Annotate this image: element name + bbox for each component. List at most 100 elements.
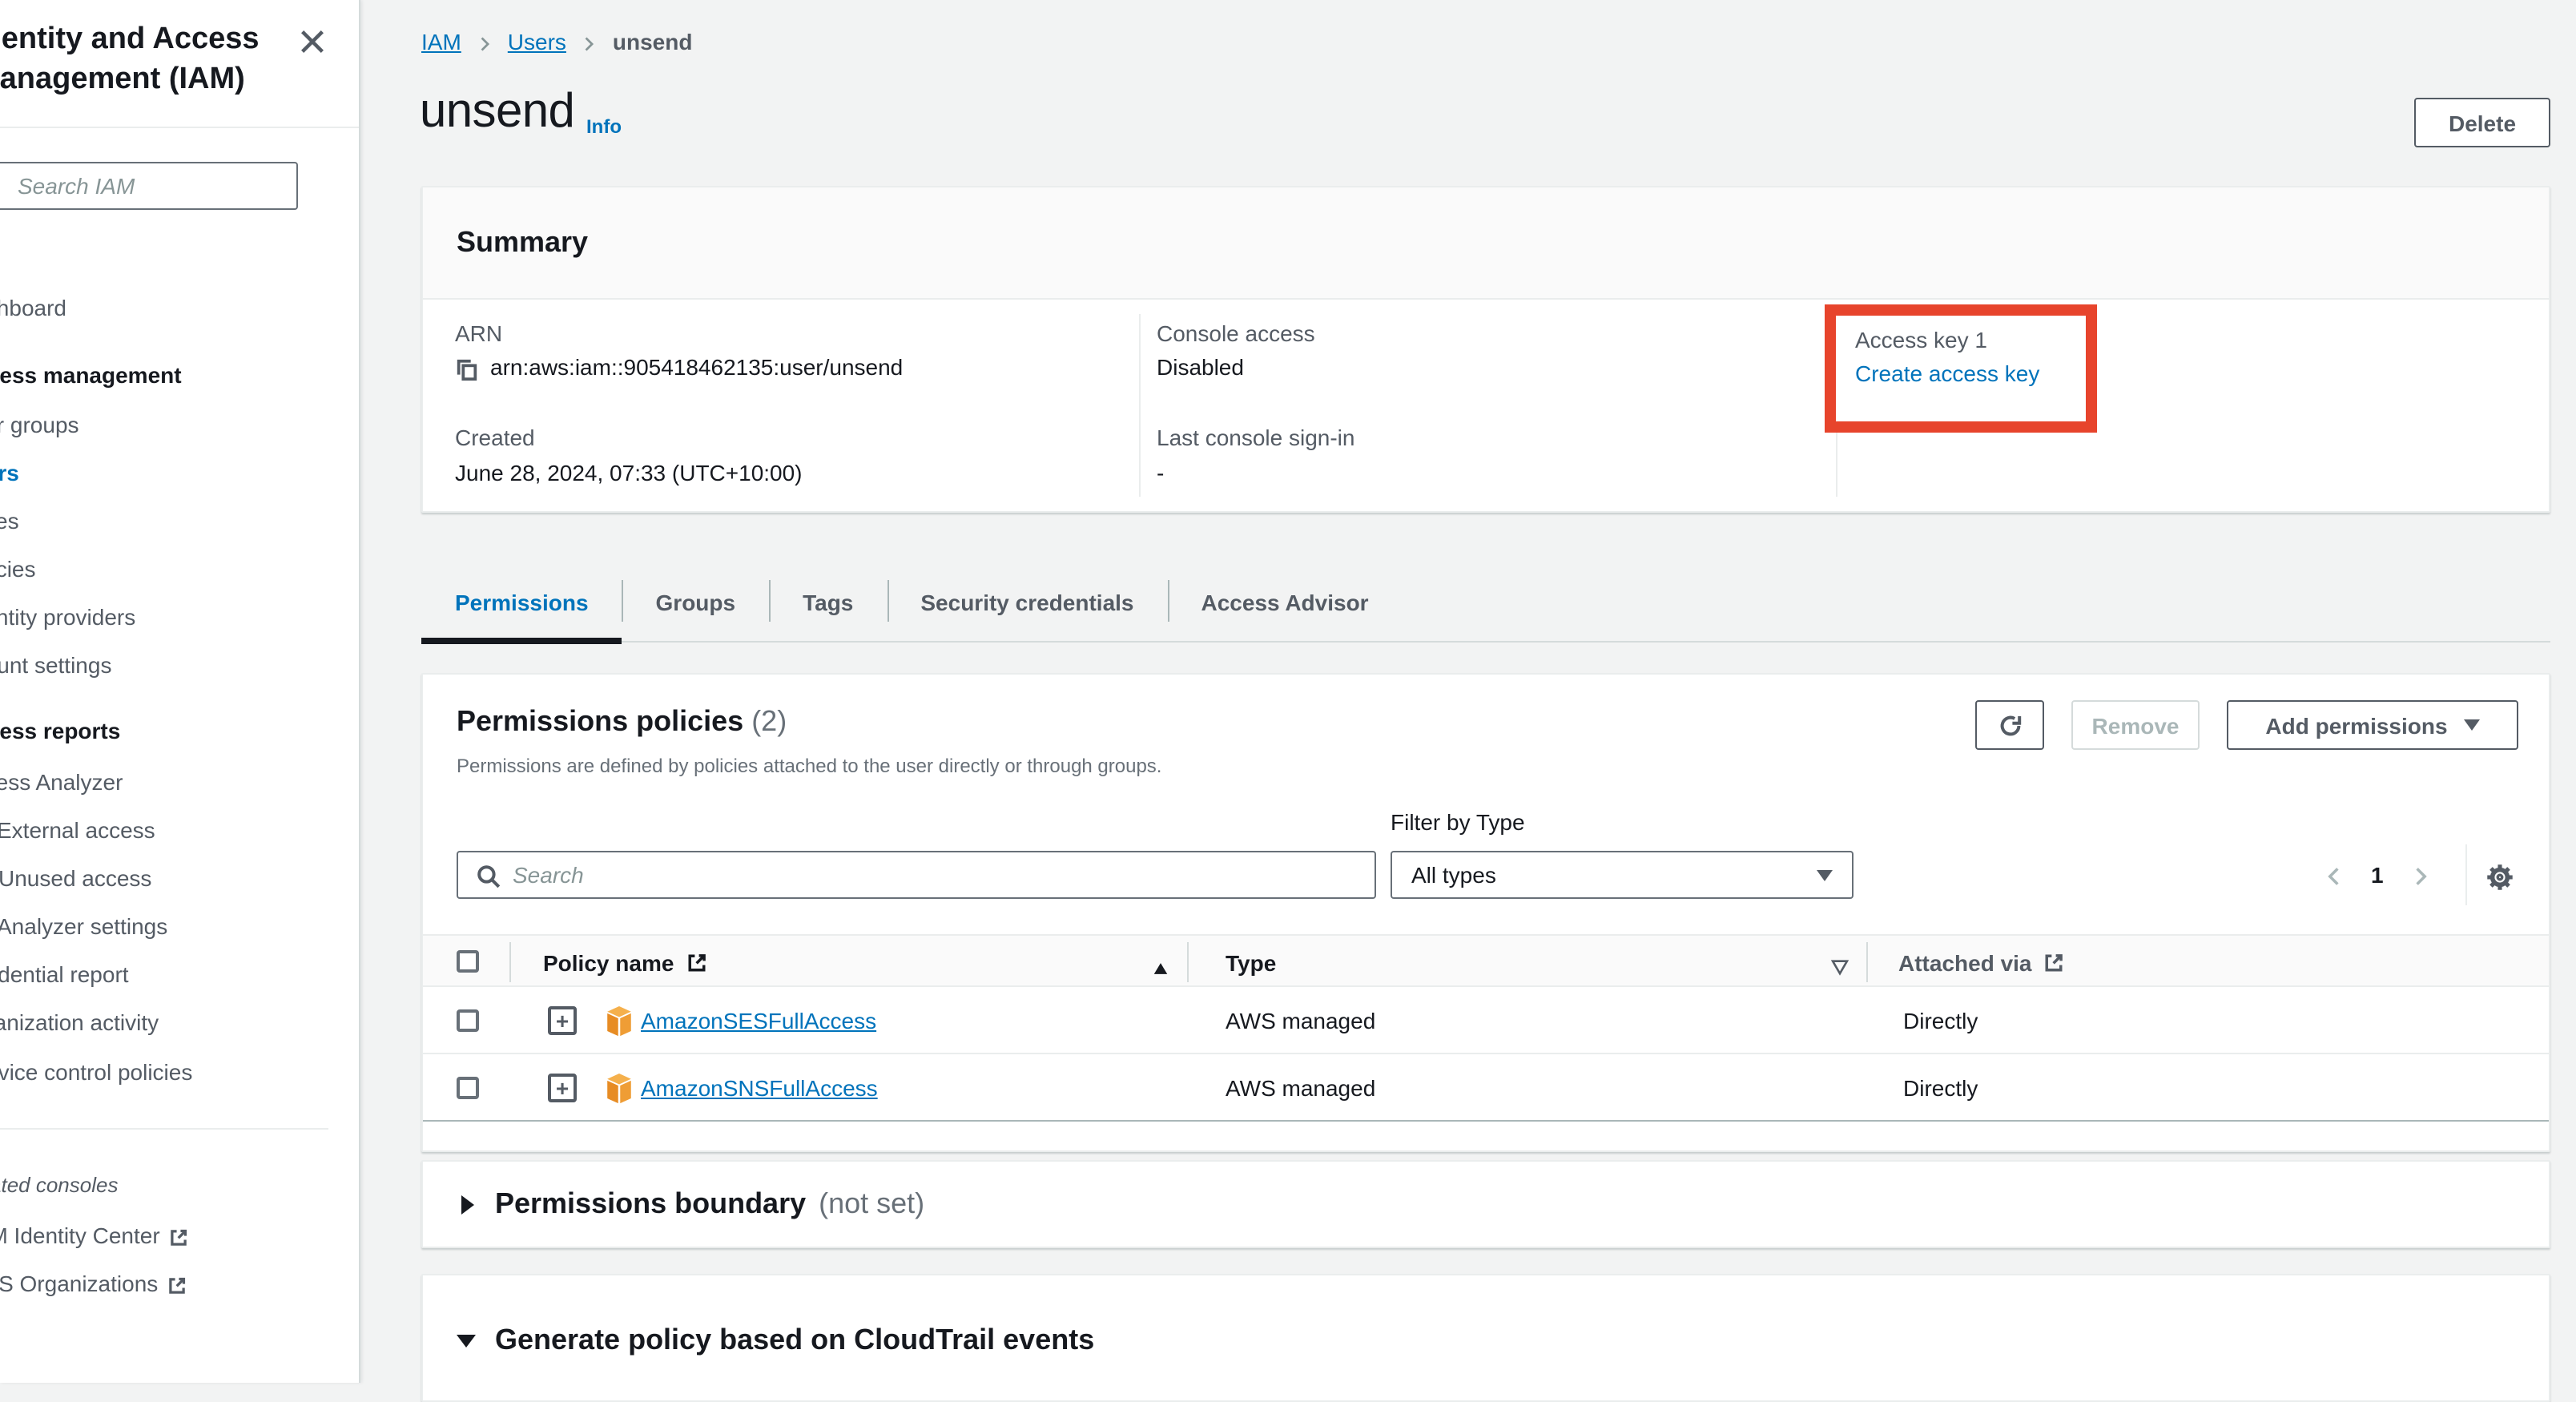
summary-heading: Summary [423, 187, 2549, 260]
collapse-triangle-icon[interactable] [457, 1334, 476, 1347]
sidebar-item-roles[interactable]: Roles [0, 505, 19, 537]
permissions-policies-title: Permissions policies (2) [457, 705, 787, 739]
sidebar-item-service-control-policies[interactable]: Service control policies [0, 1056, 192, 1088]
tab-permissions[interactable]: Permissions [421, 564, 622, 641]
page-title: unsend [420, 85, 574, 139]
iam-user-page: Identity and Access Management (IAM) Das… [0, 0, 2576, 1383]
permissions-policies-description: Permissions are defined by policies atta… [457, 755, 1162, 777]
info-link[interactable]: Info [586, 115, 622, 138]
close-icon[interactable] [298, 27, 327, 56]
sidebar-section-related-consoles: Related consoles [0, 1170, 118, 1202]
sidebar-item-account-settings[interactable]: Account settings [0, 649, 111, 681]
sidebar: Identity and Access Management (IAM) Das… [0, 0, 360, 1383]
policy-search-input[interactable] [457, 851, 1376, 899]
sidebar-section-access-management: Access management [0, 359, 182, 391]
permissions-policies-count: (2) [751, 705, 787, 737]
cloudtrail-title: Generate policy based on CloudTrail even… [495, 1323, 1094, 1357]
breadcrumb-users[interactable]: Users [508, 29, 566, 54]
sidebar-item-iam-identity-center[interactable]: IAM Identity Center [0, 1219, 189, 1251]
policy-name-link[interactable]: AmazonSNSFullAccess [641, 1075, 878, 1101]
console-access-value: Disabled [1157, 354, 1244, 380]
permissions-boundary-card[interactable]: Permissions boundary (not set) [421, 1160, 2550, 1248]
tab-tags[interactable]: Tags [769, 564, 887, 641]
sidebar-item-policies[interactable]: Policies [0, 553, 36, 585]
caret-down-icon [2464, 719, 2480, 731]
select-all-checkbox[interactable] [457, 950, 479, 973]
column-divider [1866, 942, 1868, 982]
console-access-label: Console access [1157, 320, 1315, 346]
next-page-icon[interactable] [2409, 862, 2432, 888]
row-checkbox[interactable] [457, 1009, 479, 1032]
sidebar-title: Identity and Access Management (IAM) [0, 19, 303, 99]
add-permissions-label: Add permissions [2265, 712, 2447, 738]
sidebar-section-access-reports: Access reports [0, 715, 120, 747]
chevron-right-icon [581, 29, 598, 54]
sidebar-item-aws-organizations[interactable]: AWS Organizations [0, 1267, 187, 1299]
sidebar-item-unused-access[interactable]: Unused access [0, 862, 151, 894]
tab-groups[interactable]: Groups [622, 564, 770, 641]
caret-down-icon [1817, 869, 1833, 880]
tab-access-advisor[interactable]: Access Advisor [1168, 564, 1403, 641]
policy-attached-via: Directly [1903, 1054, 1978, 1122]
filter-triangle-icon[interactable] [1829, 952, 1850, 977]
policy-type: AWS managed [1226, 1054, 1375, 1122]
sort-ascending-icon[interactable] [1152, 953, 1169, 979]
policy-attached-via: Directly [1903, 987, 1978, 1054]
sidebar-divider [0, 1128, 328, 1130]
refresh-button[interactable] [1975, 700, 2044, 750]
last-signin-label: Last console sign-in [1157, 425, 1355, 450]
delete-button[interactable]: Delete [2414, 98, 2550, 147]
search-icon [476, 862, 501, 890]
column-header-attached-via[interactable]: Attached via [1898, 936, 2066, 989]
sidebar-item-credential-report[interactable]: Credential report [0, 958, 129, 990]
gear-icon[interactable] [2486, 862, 2514, 891]
sidebar-item-external-access[interactable]: External access [0, 814, 155, 846]
sidebar-item-identity-providers[interactable]: Identity providers [0, 601, 135, 633]
last-signin-value: - [1157, 460, 1164, 485]
cloudtrail-card[interactable]: Generate policy based on CloudTrail even… [421, 1274, 2550, 1402]
policy-icon [606, 987, 633, 1054]
sidebar-item-analyzer-settings[interactable]: Analyzer settings [0, 910, 167, 942]
add-permissions-button[interactable]: Add permissions [2227, 700, 2518, 750]
column-header-type[interactable]: Type [1226, 936, 1276, 989]
table-header: Policy name Type Attached via [423, 934, 2549, 987]
create-access-key-link[interactable]: Create access key [1855, 357, 2086, 391]
arn-text: arn:aws:iam::905418462135:user/unsend [490, 355, 903, 381]
sidebar-divider [0, 127, 359, 128]
column-label: Attached via [1898, 949, 2032, 975]
breadcrumb-current: unsend [613, 29, 693, 54]
permissions-boundary-title: Permissions boundary [495, 1187, 806, 1221]
row-checkbox[interactable] [457, 1077, 479, 1099]
expand-row-button[interactable]: + [548, 1006, 577, 1035]
search-iam-input[interactable] [0, 162, 298, 210]
column-label: Type [1226, 949, 1276, 975]
policy-name-link[interactable]: AmazonSESFullAccess [641, 1008, 876, 1033]
column-label: Policy name [543, 949, 674, 975]
previous-page-icon[interactable] [2323, 862, 2345, 888]
external-link-icon [166, 1271, 187, 1296]
created-value: June 28, 2024, 07:33 (UTC+10:00) [455, 460, 803, 485]
sidebar-item-label: AWS Organizations [0, 1271, 158, 1296]
sidebar-item-access-analyzer[interactable]: Access Analyzer [0, 766, 123, 798]
expand-row-button[interactable]: + [548, 1074, 577, 1102]
permissions-policies-title-text: Permissions policies [457, 705, 743, 737]
breadcrumb-iam[interactable]: IAM [421, 29, 461, 54]
sidebar-item-organization-activity[interactable]: Organization activity [0, 1006, 159, 1038]
column-header-policy-name[interactable]: Policy name [543, 936, 707, 989]
sidebar-item-label: IAM Identity Center [0, 1223, 160, 1248]
copy-icon[interactable] [455, 354, 479, 381]
tab-security-credentials[interactable]: Security credentials [887, 564, 1167, 641]
expand-triangle-icon[interactable] [461, 1195, 474, 1214]
external-link-icon [168, 1223, 189, 1248]
column-divider [509, 942, 511, 982]
table-row: + AmazonSESFullAccess AWS managed Direct… [423, 987, 2549, 1054]
type-filter-dropdown[interactable]: All types [1391, 851, 1854, 899]
sidebar-item-users[interactable]: Users [0, 457, 19, 489]
pager-divider [2465, 844, 2467, 905]
external-link-icon [685, 951, 707, 973]
access-key-label: Access key 1 [1855, 324, 2086, 357]
page-number[interactable]: 1 [2371, 862, 2384, 888]
sidebar-item-dashboard[interactable]: Dashboard [0, 292, 66, 324]
remove-button[interactable]: Remove [2071, 700, 2200, 750]
sidebar-item-user-groups[interactable]: User groups [0, 409, 79, 441]
